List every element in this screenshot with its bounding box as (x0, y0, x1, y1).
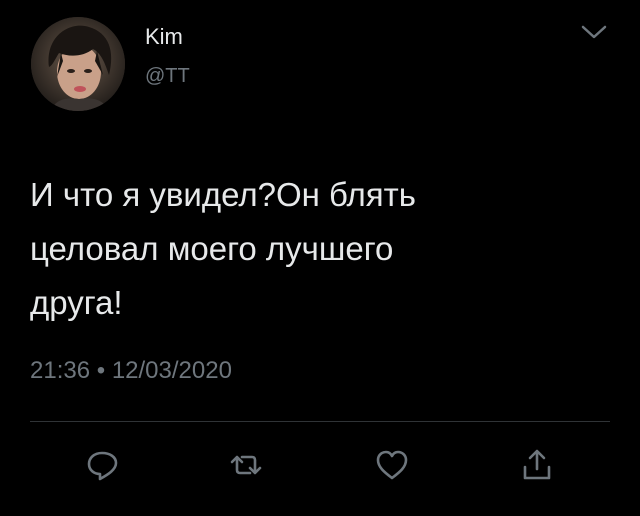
display-name[interactable]: Kim (145, 24, 183, 50)
avatar-photo (31, 17, 125, 111)
tweet-date: 12/03/2020 (111, 357, 232, 384)
like-button[interactable] (372, 445, 412, 485)
retweet-button[interactable] (226, 445, 266, 485)
user-handle[interactable]: @TT (145, 64, 190, 88)
chevron-down-icon[interactable] (580, 22, 608, 42)
reply-icon (87, 451, 118, 481)
action-bar (0, 445, 640, 485)
heart-icon (376, 450, 408, 480)
tweet-text: И что я увидел?Он блять целовал моего лу… (30, 176, 416, 321)
reply-button[interactable] (83, 445, 123, 485)
retweet-icon (230, 455, 262, 475)
tweet-timestamp[interactable]: 21:36 • 12/03/2020 (30, 356, 232, 386)
meta-separator: • (96, 357, 106, 384)
share-button[interactable] (517, 445, 557, 485)
avatar[interactable] (31, 17, 125, 111)
share-icon (523, 449, 551, 480)
tweet-time: 21:36 (30, 357, 91, 384)
divider (30, 421, 610, 422)
